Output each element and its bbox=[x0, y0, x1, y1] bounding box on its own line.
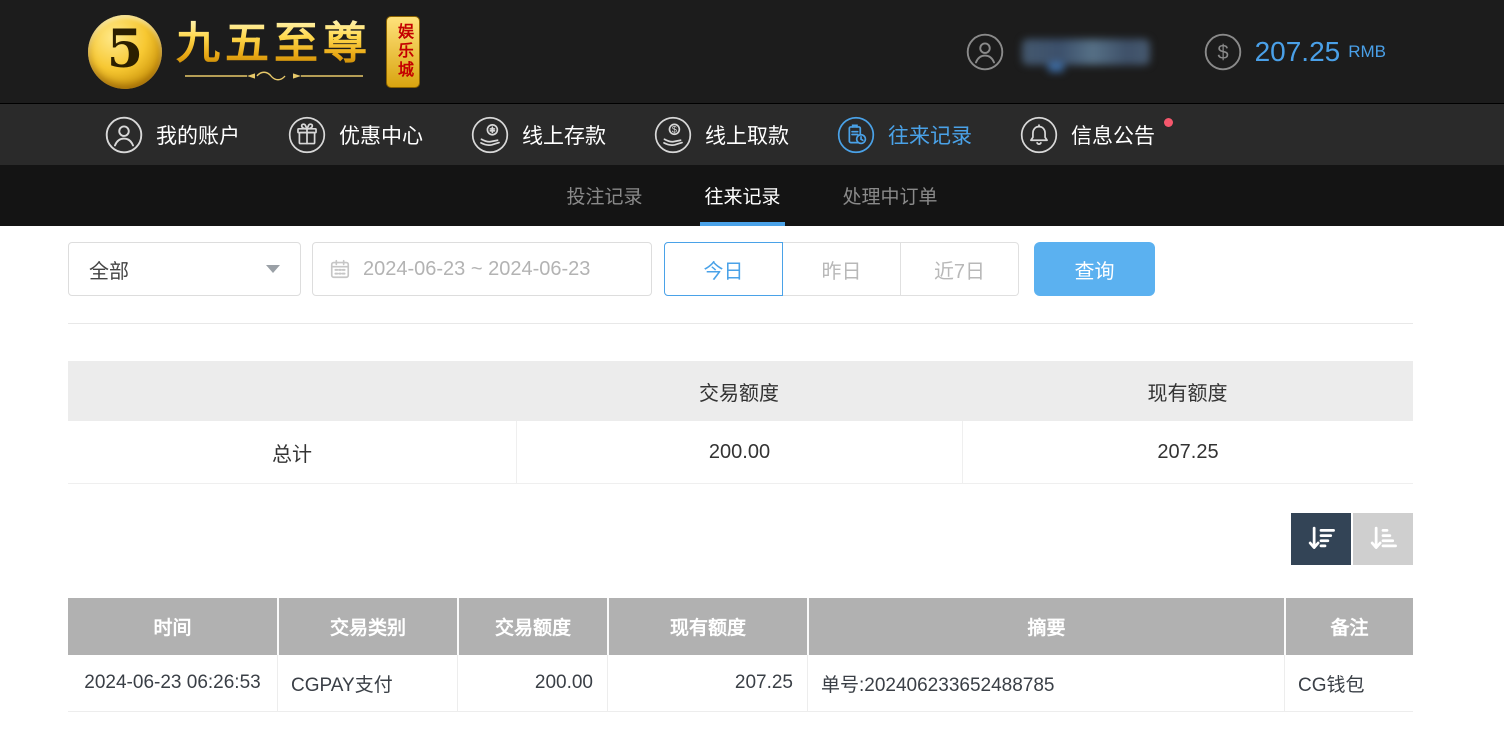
nav-label: 往来记录 bbox=[888, 120, 972, 150]
user-icon bbox=[105, 116, 143, 154]
records-table: 时间 交易类别 交易额度 现有额度 摘要 备注 2024-06-23 06:26… bbox=[68, 598, 1413, 712]
records-header-transaction-amount: 交易额度 bbox=[457, 598, 607, 655]
svg-text:$: $ bbox=[672, 124, 677, 134]
records-header-time: 时间 bbox=[68, 598, 277, 655]
bell-icon bbox=[1020, 116, 1058, 154]
top-header: 5 九五至尊 娱乐城 $ 207.25 RMB bbox=[0, 0, 1504, 103]
table-row: 2024-06-23 06:26:53 CGPAY支付 200.00 207.2… bbox=[68, 655, 1413, 712]
quick-range-last7days-button[interactable]: 近7日 bbox=[900, 242, 1019, 296]
calendar-icon bbox=[329, 258, 351, 280]
tab-label: 处理中订单 bbox=[843, 182, 938, 209]
sort-ascending-icon bbox=[1367, 523, 1399, 555]
nav-label: 我的账户 bbox=[156, 120, 240, 150]
brand-text: 九五至尊 bbox=[176, 20, 372, 82]
notification-dot bbox=[1164, 118, 1173, 127]
nav-label: 优惠中心 bbox=[339, 120, 423, 150]
nav-item-records[interactable]: 往来记录 bbox=[837, 104, 972, 165]
summary-header-transaction-amount: 交易额度 bbox=[516, 361, 962, 421]
nav-label: 线上取款 bbox=[705, 120, 789, 150]
type-select-value: 全部 bbox=[89, 255, 129, 284]
nav-label: 信息公告 bbox=[1071, 120, 1155, 150]
user-avatar-icon[interactable] bbox=[966, 33, 1004, 71]
records-header-type: 交易类别 bbox=[277, 598, 457, 655]
filter-bar: 全部 2024-06-23 ~ 2024-06-23 今日 昨日 近7日 查询 bbox=[68, 242, 1504, 296]
tab-transaction-records[interactable]: 往来记录 bbox=[700, 165, 784, 226]
records-table-header: 时间 交易类别 交易额度 现有额度 摘要 备注 bbox=[68, 598, 1413, 655]
username-redacted bbox=[1022, 39, 1150, 65]
summary-table-header: 交易额度 现有额度 bbox=[68, 361, 1413, 421]
record-summary: 单号:202406233652488785 bbox=[807, 655, 1284, 711]
brand-name: 九五至尊 bbox=[176, 20, 372, 68]
nav-item-withdrawal[interactable]: $ 线上取款 bbox=[654, 104, 789, 165]
balance-coin-icon: $ bbox=[1204, 33, 1242, 71]
nav-item-deposit[interactable]: 线上存款 bbox=[471, 104, 606, 165]
record-current-balance: 207.25 bbox=[607, 655, 807, 711]
withdraw-hand-coin-icon: $ bbox=[654, 116, 692, 154]
summary-table: 交易额度 现有额度 总计 200.00 207.25 bbox=[68, 361, 1413, 484]
records-clipboard-icon bbox=[837, 116, 875, 154]
summary-total-row: 总计 200.00 207.25 bbox=[68, 421, 1413, 484]
sort-descending-button[interactable] bbox=[1291, 513, 1351, 565]
main-content: 全部 2024-06-23 ~ 2024-06-23 今日 昨日 近7日 查询 … bbox=[0, 242, 1504, 712]
quick-range-today-button[interactable]: 今日 bbox=[664, 242, 783, 296]
balance-currency: RMB bbox=[1348, 42, 1386, 62]
sort-controls bbox=[68, 513, 1413, 565]
nav-item-promotions[interactable]: 优惠中心 bbox=[288, 104, 423, 165]
type-select[interactable]: 全部 bbox=[68, 242, 301, 296]
nav-label: 线上存款 bbox=[522, 120, 606, 150]
date-range-value: 2024-06-23 ~ 2024-06-23 bbox=[363, 258, 590, 281]
brand-logo[interactable]: 5 九五至尊 娱乐城 bbox=[88, 15, 420, 89]
sort-descending-icon bbox=[1305, 523, 1337, 555]
tab-processing-orders[interactable]: 处理中订单 bbox=[839, 165, 942, 226]
tab-betting-records[interactable]: 投注记录 bbox=[562, 165, 646, 226]
tab-label: 投注记录 bbox=[566, 182, 642, 209]
search-button[interactable]: 查询 bbox=[1034, 242, 1155, 296]
record-type: CGPAY支付 bbox=[277, 655, 457, 711]
nav-item-announcements[interactable]: 信息公告 bbox=[1020, 104, 1155, 165]
summary-total-label: 总计 bbox=[68, 421, 516, 483]
date-range-input[interactable]: 2024-06-23 ~ 2024-06-23 bbox=[312, 242, 652, 296]
brand-emblem-icon: 5 bbox=[88, 15, 162, 89]
quick-range-group: 今日 昨日 近7日 bbox=[664, 242, 1019, 296]
summary-total-transaction-amount: 200.00 bbox=[516, 421, 962, 483]
main-navigation: 我的账户 优惠中心 线上存款 $ 线上取款 bbox=[0, 103, 1504, 165]
sort-ascending-button[interactable] bbox=[1353, 513, 1413, 565]
records-header-remarks: 备注 bbox=[1284, 598, 1413, 655]
brand-badge: 娱乐城 bbox=[386, 16, 420, 88]
deposit-hand-coin-icon bbox=[471, 116, 509, 154]
gift-icon bbox=[288, 116, 326, 154]
tab-label: 往来记录 bbox=[704, 182, 780, 209]
account-area: $ 207.25 RMB bbox=[966, 33, 1386, 71]
records-header-current-balance: 现有额度 bbox=[607, 598, 807, 655]
brand-emblem-digits: 5 bbox=[107, 19, 143, 80]
records-header-summary: 摘要 bbox=[807, 598, 1284, 655]
records-tab-bar: 投注记录 往来记录 处理中订单 bbox=[0, 165, 1504, 226]
quick-range-yesterday-button[interactable]: 昨日 bbox=[782, 242, 901, 296]
section-divider bbox=[68, 323, 1413, 324]
summary-total-current-balance: 207.25 bbox=[962, 421, 1413, 483]
record-remarks: CG钱包 bbox=[1284, 655, 1413, 711]
nav-item-my-account[interactable]: 我的账户 bbox=[105, 104, 240, 165]
brand-flourish-icon bbox=[181, 69, 367, 83]
chevron-down-icon bbox=[266, 265, 280, 273]
record-time: 2024-06-23 06:26:53 bbox=[68, 655, 277, 711]
balance-amount: 207.25 bbox=[1255, 36, 1341, 68]
summary-header-current-balance: 现有额度 bbox=[962, 361, 1413, 421]
record-transaction-amount: 200.00 bbox=[457, 655, 607, 711]
summary-header-blank bbox=[68, 361, 516, 421]
svg-text:$: $ bbox=[1217, 42, 1228, 64]
